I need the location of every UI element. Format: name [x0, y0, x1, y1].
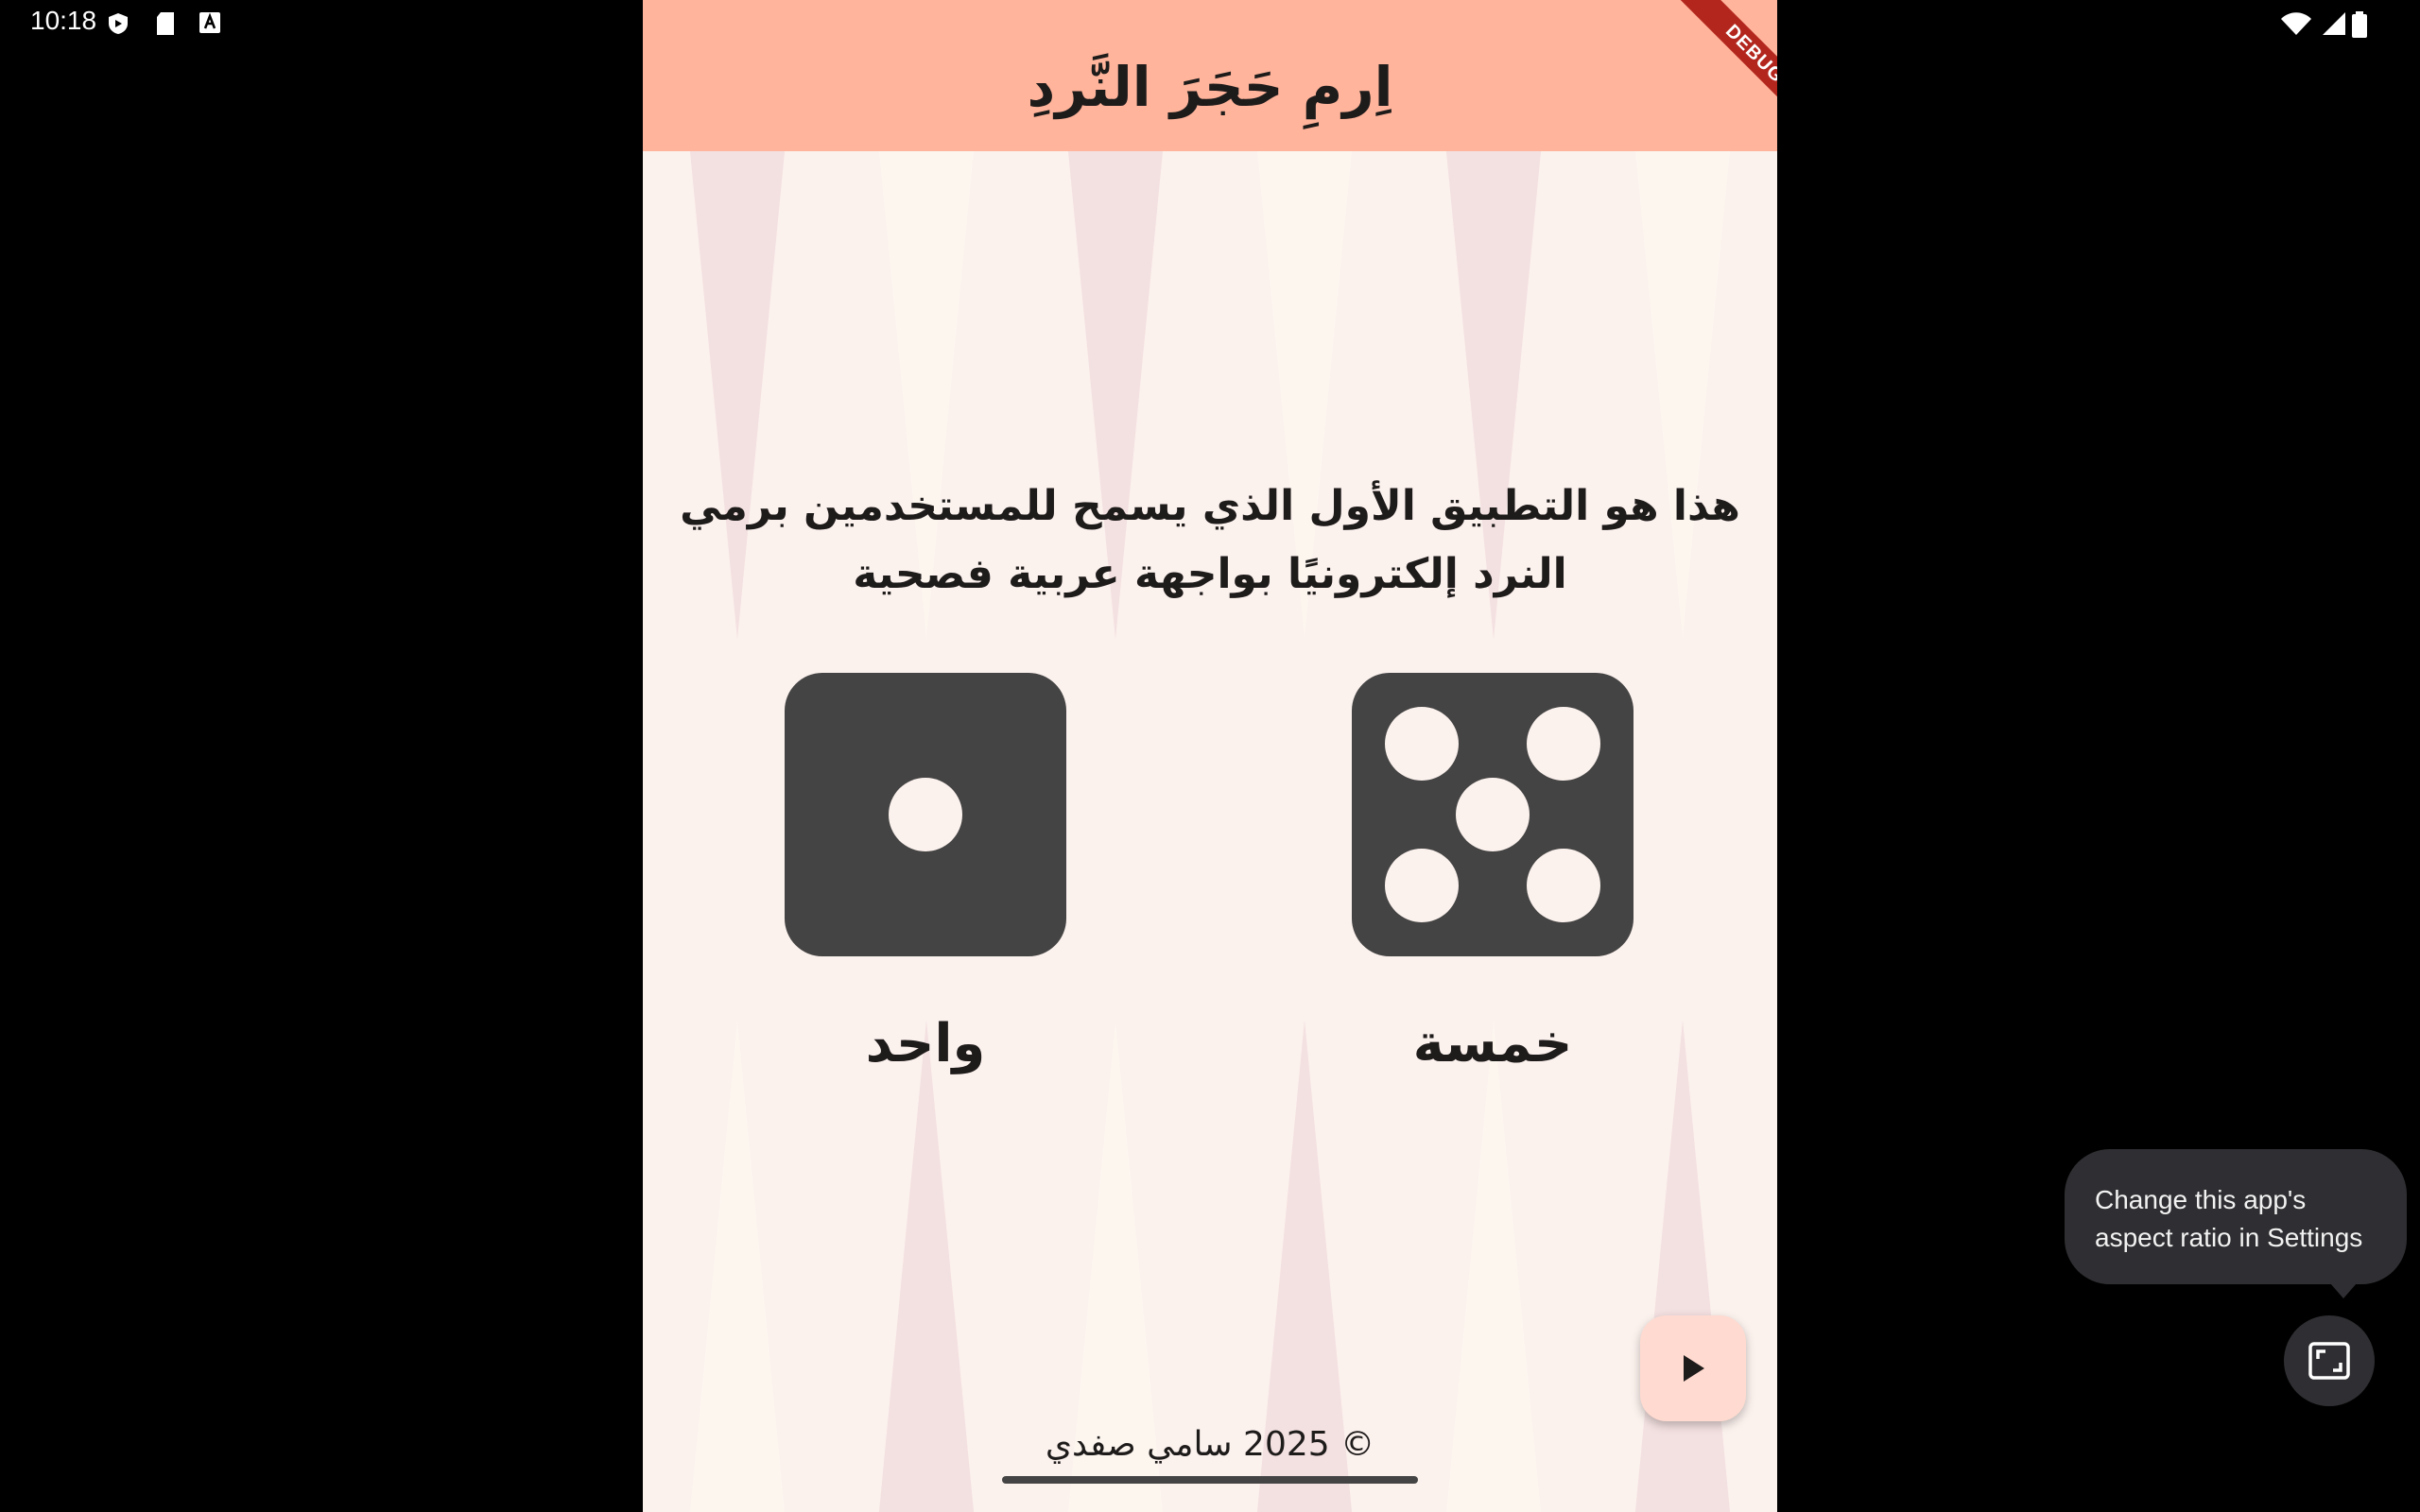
die-pip [889, 778, 962, 851]
aspect-ratio-button[interactable] [2284, 1315, 2375, 1406]
app-title: اِرمِ حَجَرَ النَّردِ [1027, 55, 1393, 119]
die-pip [1385, 849, 1459, 922]
status-time: 10:18 [30, 6, 97, 35]
battery-icon [2352, 11, 2367, 38]
app-window: اِرمِ حَجَرَ النَّردِ DEBUG هذا هو التطب… [643, 0, 1777, 1512]
aspect-ratio-icon [2308, 1342, 2350, 1380]
shield-play-icon [109, 13, 128, 34]
copyright-footer: © 2025 سامي صفدي [1045, 1425, 1375, 1464]
die-pip [1527, 849, 1600, 922]
wifi-icon [2281, 12, 2311, 35]
roll-dice-button[interactable] [1640, 1315, 1746, 1421]
signal-icon [2323, 12, 2345, 35]
die-pip [1527, 707, 1600, 781]
debug-banner: DEBUG [1635, 0, 1777, 142]
die-one-label: واحد [865, 1013, 986, 1074]
sd-card-icon [157, 12, 174, 35]
die-pip [1385, 707, 1459, 781]
play-icon [1684, 1355, 1704, 1382]
die-one[interactable] [785, 673, 1066, 956]
die-pip [1456, 778, 1530, 851]
home-indicator[interactable] [1002, 1476, 1418, 1484]
die-five-label: خمسة [1412, 1013, 1573, 1074]
die-five[interactable] [1352, 673, 1634, 956]
keyboard-a-icon [199, 12, 220, 33]
intro-text: هذا هو التطبيق الأول الذي يسمح للمستخدمي… [680, 482, 1740, 598]
debug-banner-label: DEBUG [1670, 0, 1777, 138]
aspect-ratio-tooltip: Change this app's aspect ratio in Settin… [2065, 1149, 2407, 1284]
app-bar: اِرمِ حَجَرَ النَّردِ DEBUG [643, 0, 1777, 151]
tooltip-arrow [2330, 1283, 2357, 1298]
